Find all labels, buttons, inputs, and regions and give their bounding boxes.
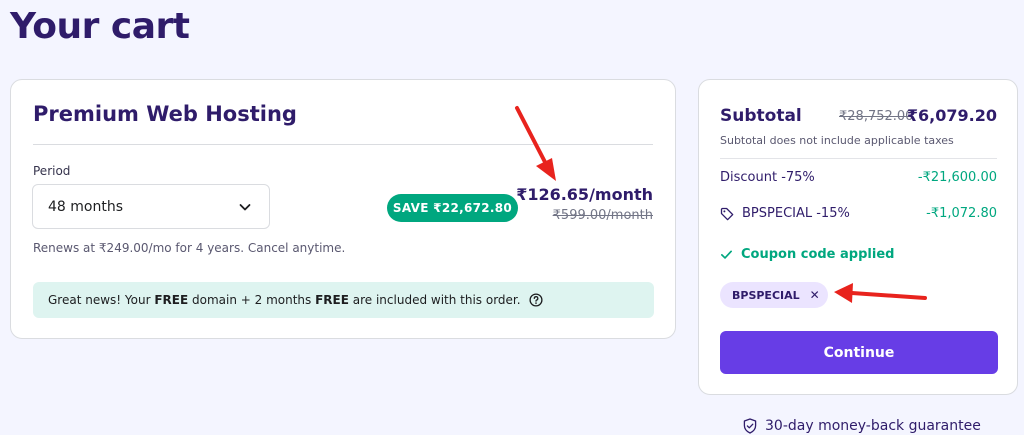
period-select[interactable]: 48 months	[32, 184, 270, 229]
subtotal-label: Subtotal	[720, 106, 802, 126]
page-title: Your cart	[10, 6, 190, 47]
coupon-chip: BPSPECIAL ✕	[720, 282, 828, 308]
monthly-price: ₹126.65/month	[516, 185, 653, 204]
period-label: Period	[33, 164, 71, 178]
product-card: Premium Web Hosting Period 48 months Ren…	[10, 79, 676, 339]
chevron-down-icon	[239, 203, 251, 210]
continue-button[interactable]: Continue	[720, 331, 998, 374]
original-price: ₹599.00/month	[552, 208, 653, 223]
product-title: Premium Web Hosting	[33, 102, 297, 126]
subtotal-original: ₹28,752.00	[839, 109, 914, 124]
subtotal-value: ₹6,079.20	[906, 106, 997, 125]
divider	[33, 144, 653, 145]
shield-check-icon	[743, 418, 757, 434]
coupon-row: BPSPECIAL -15%	[720, 206, 850, 221]
tax-note: Subtotal does not include applicable tax…	[720, 134, 954, 147]
renewal-note: Renews at ₹249.00/mo for 4 years. Cancel…	[33, 241, 346, 255]
coupon-code: BPSPECIAL	[732, 288, 800, 302]
period-value: 48 months	[48, 198, 123, 215]
coupon-discount-value: -₹1,072.80	[926, 206, 997, 221]
close-icon[interactable]: ✕	[810, 288, 820, 302]
guarantee-text: 30-day money-back guarantee	[765, 418, 981, 434]
help-circle-icon[interactable]	[529, 293, 543, 307]
tag-icon	[720, 207, 734, 220]
check-icon	[721, 250, 732, 259]
coupon-applied-status: Coupon code applied	[720, 247, 894, 262]
save-badge: SAVE ₹22,672.80	[387, 194, 518, 222]
divider	[720, 158, 997, 159]
coupon-applied-text: Coupon code applied	[741, 247, 895, 262]
discount-label: Discount -75%	[720, 170, 815, 185]
free-domain-banner: Great news! Your FREE domain + 2 months …	[33, 282, 654, 318]
discount-value: -₹21,600.00	[917, 170, 997, 185]
order-summary-card: Subtotal ₹28,752.00 ₹6,079.20 Subtotal d…	[698, 79, 1018, 395]
banner-text: Great news! Your FREE domain + 2 months …	[48, 293, 521, 307]
coupon-discount-label: BPSPECIAL -15%	[742, 206, 850, 221]
money-back-guarantee: 30-day money-back guarantee	[743, 418, 981, 434]
